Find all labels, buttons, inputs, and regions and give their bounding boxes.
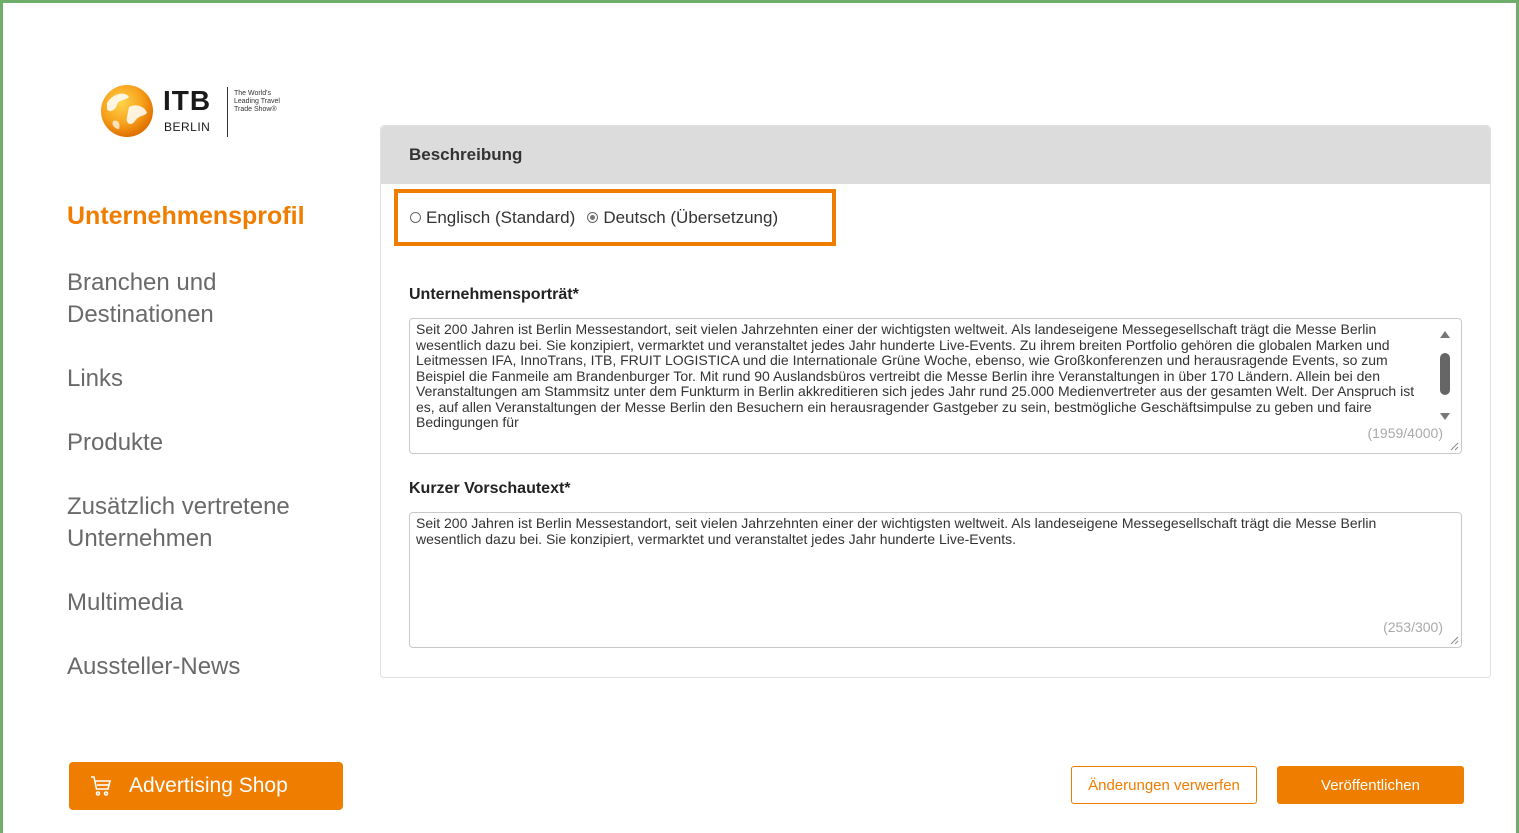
- sidebar-item-multimedia[interactable]: Multimedia: [67, 587, 357, 619]
- panel-title: Beschreibung: [381, 126, 1490, 184]
- sidebar-item-branchen[interactable]: Branchen und Destinationen: [67, 267, 357, 331]
- resize-handle-icon[interactable]: [1449, 441, 1459, 451]
- globe-icon: [101, 85, 153, 137]
- scroll-down-icon[interactable]: [1440, 413, 1450, 420]
- portrait-textarea[interactable]: Seit 200 Jahren ist Berlin Messestandort…: [409, 318, 1462, 454]
- sidebar-item-unternehmensprofil[interactable]: Unternehmensprofil: [67, 200, 357, 232]
- preview-char-counter: (253/300): [1383, 618, 1443, 635]
- cart-icon: [91, 776, 112, 796]
- scroll-thumb[interactable]: [1440, 353, 1450, 395]
- radio-german-circle[interactable]: [587, 212, 599, 223]
- radio-english-circle[interactable]: [410, 212, 421, 223]
- sidebar-item-produkte[interactable]: Produkte: [67, 427, 357, 459]
- sidebar-nav: Unternehmensprofil Branchen und Destinat…: [67, 200, 357, 715]
- portrait-char-counter: (1959/4000): [1367, 424, 1443, 441]
- advertising-shop-button[interactable]: Advertising Shop: [69, 762, 343, 810]
- portrait-label: Unternehmensporträt*: [409, 286, 579, 303]
- radio-german-label: Deutsch (Übersetzung): [603, 207, 779, 227]
- sidebar-item-links[interactable]: Links: [67, 363, 357, 395]
- logo-city: BERLIN: [164, 120, 211, 134]
- logo-divider: [227, 87, 228, 137]
- sidebar-item-zusaetzlich[interactable]: Zusätzlich vertretene Unternehmen: [67, 491, 357, 555]
- portrait-text: Seit 200 Jahren ist Berlin Messestandort…: [416, 321, 1415, 430]
- portrait-scrollbar[interactable]: [1437, 327, 1453, 423]
- radio-english[interactable]: Englisch (Standard): [410, 208, 575, 228]
- language-selector: Englisch (Standard) Deutsch (Übersetzung…: [394, 189, 836, 246]
- logo-brand: ITB: [163, 85, 212, 116]
- discard-changes-button[interactable]: Änderungen verwerfen: [1071, 766, 1257, 804]
- itb-logo[interactable]: ITB BERLIN The World's Leading Travel Tr…: [99, 83, 299, 143]
- radio-english-label: Englisch (Standard): [426, 207, 576, 227]
- preview-label: Kurzer Vorschautext*: [409, 480, 571, 497]
- preview-textarea[interactable]: Seit 200 Jahren ist Berlin Messestandort…: [409, 512, 1462, 648]
- advertising-shop-label: Advertising Shop: [129, 774, 288, 797]
- app-frame: ITB BERLIN The World's Leading Travel Tr…: [0, 0, 1519, 833]
- resize-handle-icon[interactable]: [1449, 635, 1459, 645]
- publish-button[interactable]: Veröffentlichen: [1277, 766, 1464, 804]
- sidebar-item-aussteller-news[interactable]: Aussteller-News: [67, 651, 357, 683]
- scroll-up-icon[interactable]: [1440, 331, 1450, 338]
- logo-tagline: The World's Leading Travel Trade Show®: [234, 90, 280, 113]
- preview-text: Seit 200 Jahren ist Berlin Messestandort…: [416, 515, 1377, 547]
- radio-german[interactable]: Deutsch (Übersetzung): [587, 208, 778, 228]
- description-panel: Beschreibung Englisch (Standard) Deutsch…: [380, 125, 1491, 678]
